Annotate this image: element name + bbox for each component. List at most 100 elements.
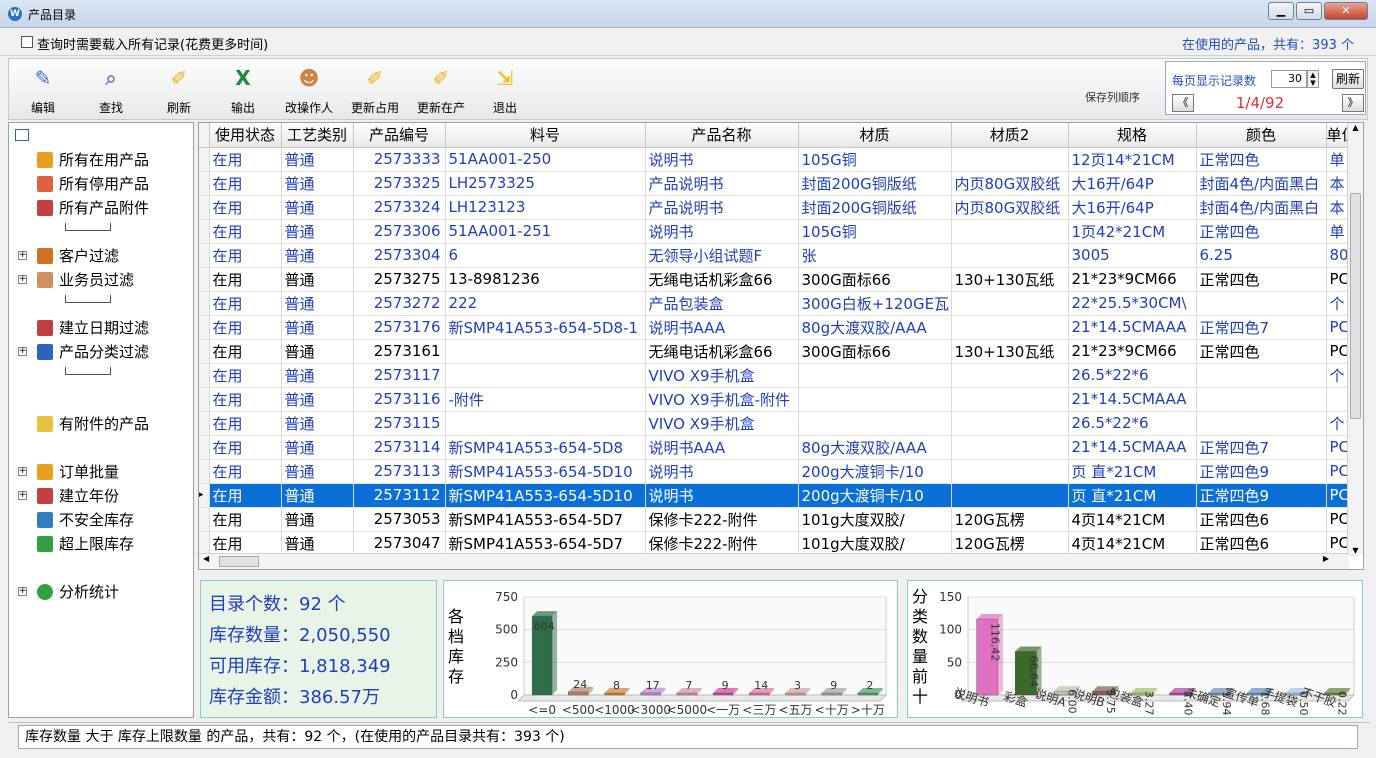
table-cell[interactable]: 200g大渡铜卡/10 [798, 459, 952, 484]
table-cell[interactable]: 120G瓦楞 [951, 531, 1069, 556]
table-cell[interactable]: 21*14.5CMAAA [1068, 435, 1197, 460]
exit-button[interactable]: ⇲ 退出 [481, 61, 529, 117]
tree-item-salesperson-filter[interactable]: 业务员过滤 [37, 269, 134, 291]
vertical-scroll-thumb[interactable] [1350, 193, 1361, 419]
table-cell[interactable]: 2573114 [353, 435, 446, 460]
update-occupied-button[interactable]: ✐ 更新占用 [347, 61, 403, 117]
table-cell[interactable]: 在用 [209, 195, 282, 220]
expand-icon[interactable]: + [18, 491, 27, 500]
column-header[interactable]: 工艺类别 [281, 123, 354, 148]
table-cell[interactable]: 在用 [209, 483, 282, 508]
table-cell[interactable]: 6 [445, 243, 646, 268]
table-cell[interactable]: 300G白板+120GE瓦 [798, 291, 952, 316]
table-cell[interactable]: 130+130瓦纸 [951, 267, 1069, 292]
table-cell[interactable]: 2573161 [353, 339, 446, 364]
expand-icon[interactable]: + [18, 275, 27, 284]
tree-item-over-limit-stock[interactable]: 超上限库存 [37, 533, 134, 555]
table-cell[interactable]: 2573115 [353, 411, 446, 436]
table-cell[interactable]: 封面4色/内面黑白 [1196, 195, 1327, 220]
table-cell[interactable]: 无领导小组试题F [645, 243, 799, 268]
table-cell[interactable]: 普通 [281, 267, 354, 292]
table-cell[interactable]: VIVO X9手机盒-附件 [645, 387, 799, 412]
table-cell[interactable]: 普通 [281, 171, 354, 196]
table-cell[interactable]: 2573325 [353, 171, 446, 196]
table-cell[interactable] [951, 459, 1069, 484]
table-cell[interactable]: 普通 [281, 147, 354, 172]
table-cell[interactable]: 大16开/64P [1068, 171, 1197, 196]
vertical-scrollbar[interactable]: ▲ ▼ [1347, 123, 1363, 555]
table-cell[interactable]: 105G铜 [798, 147, 952, 172]
update-in-production-button[interactable]: ✐ 更新在产 [413, 61, 469, 117]
table-cell[interactable] [951, 363, 1069, 388]
table-cell[interactable]: 说明书 [645, 483, 799, 508]
table-cell[interactable]: 普通 [281, 411, 354, 436]
table-row[interactable]: 在用 普通 2573161 无绳电话机彩盒66 300G面标66 130+130瓦纸 21*… [199, 339, 1358, 364]
column-header[interactable]: 产品名称 [645, 123, 799, 148]
table-row-selected[interactable]: ▸ 在用 普通 2573112 新SMP41A553-654-5D10 说明书 200g大渡… [199, 483, 1358, 508]
table-cell[interactable] [1196, 411, 1327, 436]
table-cell[interactable]: 在用 [209, 531, 282, 556]
table-cell[interactable]: 封面200G铜版纸 [798, 171, 952, 196]
column-header[interactable]: 颜色 [1196, 123, 1327, 148]
table-cell[interactable]: 封面4色/内面黑白 [1196, 171, 1327, 196]
table-cell[interactable]: 120G瓦楞 [951, 507, 1069, 532]
load-all-label[interactable]: 查询时需要载入所有记录(花费更多时间) [37, 34, 268, 53]
tree-item-unsafe-stock[interactable]: 不安全库存 [37, 509, 134, 531]
table-cell[interactable]: 正常四色7 [1196, 435, 1327, 460]
table-cell[interactable]: 内页80G双胶纸 [951, 195, 1069, 220]
table-cell[interactable]: 保修卡222-附件 [645, 531, 799, 556]
tree-item-creation-year[interactable]: 建立年份 [37, 485, 119, 507]
table-row[interactable]: 在用 普通 2573304 6 无领导小组试题F 张 3005 6.25 80 [199, 243, 1358, 268]
table-row[interactable]: 在用 普通 2573333 51AA001-250 说明书 105G铜 12页14*21CM… [199, 147, 1358, 172]
table-cell[interactable]: 说明书 [645, 219, 799, 244]
table-cell[interactable]: 在用 [209, 171, 282, 196]
table-cell[interactable] [798, 411, 952, 436]
table-cell[interactable]: VIVO X9手机盒 [645, 411, 799, 436]
table-cell[interactable]: 300G面标66 [798, 339, 952, 364]
table-cell[interactable] [951, 291, 1069, 316]
table-cell[interactable]: 在用 [209, 387, 282, 412]
table-cell[interactable] [951, 243, 1069, 268]
tree-item-all-active[interactable]: 所有在用产品 [37, 149, 149, 171]
table-cell[interactable]: 普通 [281, 219, 354, 244]
table-cell[interactable]: 在用 [209, 147, 282, 172]
table-cell[interactable]: 在用 [209, 435, 282, 460]
tree-item-customer-filter[interactable]: 客户过滤 [37, 245, 119, 267]
table-cell[interactable] [798, 363, 952, 388]
table-cell[interactable]: 2573272 [353, 291, 446, 316]
table-cell[interactable] [445, 339, 646, 364]
table-cell[interactable]: 张 [798, 243, 952, 268]
table-cell[interactable]: 页 直*21CM [1068, 483, 1197, 508]
table-cell[interactable]: 普通 [281, 339, 354, 364]
table-row[interactable]: 在用 普通 2573324 LH123123 产品说明书 封面200G铜版纸 内页80G双胶… [199, 195, 1358, 220]
table-cell[interactable]: 4页14*21CM [1068, 531, 1197, 556]
table-cell[interactable]: 2573112 [353, 483, 446, 508]
table-cell[interactable]: 2573176 [353, 315, 446, 340]
table-cell[interactable]: 产品说明书 [645, 195, 799, 220]
change-operator-button[interactable]: ☻ 改操作人 [281, 61, 337, 117]
table-cell[interactable]: 21*14.5CMAAA [1068, 315, 1197, 340]
table-cell[interactable]: 新SMP41A553-654-5D7 [445, 531, 646, 556]
table-cell[interactable]: 新SMP41A553-654-5D8 [445, 435, 646, 460]
table-cell[interactable]: 新SMP41A553-654-5D10 [445, 483, 646, 508]
horizontal-scrollbar[interactable]: ◀ ▶ [199, 553, 1349, 569]
table-cell[interactable]: 普通 [281, 387, 354, 412]
table-cell[interactable]: 在用 [209, 339, 282, 364]
table-cell[interactable]: 2573113 [353, 459, 446, 484]
table-cell[interactable]: 21*23*9CM66 [1068, 339, 1197, 364]
tree-item-all-attachments[interactable]: 所有产品附件 [37, 197, 149, 219]
table-cell[interactable]: 2573275 [353, 267, 446, 292]
table-cell[interactable]: 说明书AAA [645, 435, 799, 460]
table-cell[interactable]: 说明书AAA [645, 315, 799, 340]
table-row[interactable]: 在用 普通 2573325 LH2573325 产品说明书 封面200G铜版纸 内页80G双… [199, 171, 1358, 196]
table-cell[interactable]: 101g大度双胶/ [798, 531, 952, 556]
table-cell[interactable]: 4页14*21CM [1068, 507, 1197, 532]
table-row[interactable]: 在用 普通 2573047 新SMP41A553-654-5D7 保修卡222-附件 10… [199, 531, 1358, 556]
table-cell[interactable]: 在用 [209, 243, 282, 268]
close-button[interactable]: ✕ [1324, 2, 1368, 20]
table-cell[interactable]: 说明书 [645, 147, 799, 172]
table-cell[interactable]: 2573047 [353, 531, 446, 556]
table-cell[interactable]: 1页42*21CM [1068, 219, 1197, 244]
table-cell[interactable]: 正常四色 [1196, 339, 1327, 364]
expand-icon[interactable]: + [18, 587, 27, 596]
